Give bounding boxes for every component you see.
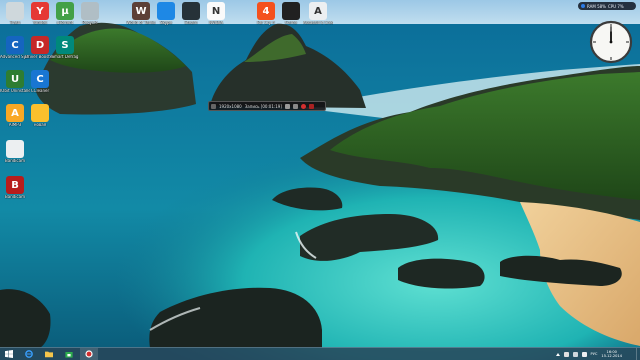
game-dark-shortcut[interactable]: Game bbox=[278, 2, 304, 26]
record-icon bbox=[85, 350, 93, 358]
flag-icon[interactable] bbox=[563, 351, 569, 357]
taskbar: РУС 16:00 15.12.2014 bbox=[0, 347, 640, 360]
ie-button[interactable] bbox=[20, 348, 38, 360]
taskbar-clock[interactable]: 16:00 15.12.2014 bbox=[601, 350, 622, 358]
bandicam-task-button[interactable] bbox=[80, 348, 98, 360]
driver-booster-icon: D bbox=[31, 36, 49, 54]
shortcut-label: Bandicam bbox=[5, 159, 25, 163]
ccleaner-icon: C bbox=[31, 70, 49, 88]
record-icon[interactable] bbox=[300, 103, 306, 109]
nvidia-icon: N bbox=[207, 2, 225, 20]
shortcut-label: Smart Defrag bbox=[51, 55, 79, 59]
wallpaper bbox=[0, 0, 640, 360]
start-button[interactable] bbox=[0, 348, 18, 360]
shortcut-label: Recycle bbox=[82, 21, 98, 25]
clock-gadget[interactable] bbox=[589, 20, 633, 64]
store-button[interactable] bbox=[60, 348, 78, 360]
camera-icon[interactable] bbox=[292, 103, 298, 109]
desktop[interactable]: Trash Y Yandex µ uTorrent Recycle W World of Ta… bbox=[0, 0, 640, 360]
network-icon[interactable] bbox=[572, 351, 578, 357]
screen-icon[interactable] bbox=[211, 103, 216, 109]
utorrent-icon: µ bbox=[56, 2, 74, 20]
bandicam-file-shortcut[interactable]: Bandicam bbox=[2, 140, 28, 164]
shortcut-label: Bandicam bbox=[5, 195, 25, 199]
file-icon bbox=[81, 2, 99, 20]
assassins-creed-icon: A bbox=[309, 2, 327, 20]
windows-icon bbox=[5, 350, 13, 358]
skype-icon bbox=[157, 2, 175, 20]
recorder-status: Запись [00:01:19] bbox=[244, 103, 282, 109]
folder-icon bbox=[31, 104, 49, 122]
smart-defrag-shortcut[interactable]: S Smart Defrag bbox=[52, 36, 78, 60]
store-icon bbox=[65, 352, 73, 358]
chevron-up-icon[interactable] bbox=[555, 352, 560, 356]
shortcut-label: NVIDIA bbox=[209, 21, 223, 25]
shortcut-label: Game bbox=[285, 21, 297, 25]
folder-icon bbox=[45, 351, 53, 358]
shortcut-label: новая bbox=[33, 123, 47, 127]
ie-icon bbox=[25, 350, 33, 358]
iobit-uninstaller-icon: U bbox=[6, 70, 24, 88]
cpu-usage: CPU 7% bbox=[607, 3, 624, 9]
game-dark-icon bbox=[282, 2, 300, 20]
bandicam-shortcut[interactable]: B Bandicam bbox=[2, 176, 28, 200]
bandicam-icon: B bbox=[6, 176, 24, 194]
shortcut-label: CCleaner bbox=[30, 89, 50, 93]
system-tray: РУС 16:00 15.12.2014 bbox=[555, 348, 622, 360]
bandicam-file-icon bbox=[6, 140, 24, 158]
ram-usage: RAM 58% bbox=[587, 3, 606, 9]
volume-icon[interactable] bbox=[581, 351, 587, 357]
folder-shortcut[interactable]: новая bbox=[27, 104, 53, 128]
yandex-icon: Y bbox=[31, 2, 49, 20]
file-shortcut[interactable]: Recycle bbox=[77, 2, 103, 26]
smart-defrag-icon: S bbox=[56, 36, 74, 54]
nvidia-shortcut[interactable]: N NVIDIA bbox=[203, 2, 229, 26]
ccleaner-shortcut[interactable]: C CCleaner bbox=[27, 70, 53, 94]
aimp-icon: A bbox=[6, 104, 24, 122]
recorder-resolution: 1920x1080 bbox=[219, 103, 242, 109]
close-icon[interactable] bbox=[308, 103, 314, 109]
steam-icon bbox=[182, 2, 200, 20]
system-monitor-widget[interactable]: RAM 58% CPU 7% bbox=[578, 2, 636, 10]
trash-icon bbox=[6, 2, 24, 20]
monitor-icon bbox=[581, 4, 585, 8]
explorer-button[interactable] bbox=[40, 348, 58, 360]
pause-icon[interactable] bbox=[284, 103, 290, 109]
show-desktop-button[interactable] bbox=[636, 348, 640, 360]
advanced-systemcare-icon: C bbox=[6, 36, 24, 54]
assassins-creed-shortcut[interactable]: AAssassin's Creed bbox=[303, 2, 333, 26]
shortcut-label: Assassin's Creed bbox=[303, 21, 333, 25]
language-indicator[interactable]: РУС bbox=[591, 352, 598, 356]
recorder-bar[interactable]: 1920x1080 Запись [00:01:19] bbox=[208, 101, 326, 111]
clock-date: 15.12.2014 bbox=[601, 354, 622, 358]
game-4-icon: 4 bbox=[257, 2, 275, 20]
world-of-tanks-icon: W bbox=[132, 2, 150, 20]
